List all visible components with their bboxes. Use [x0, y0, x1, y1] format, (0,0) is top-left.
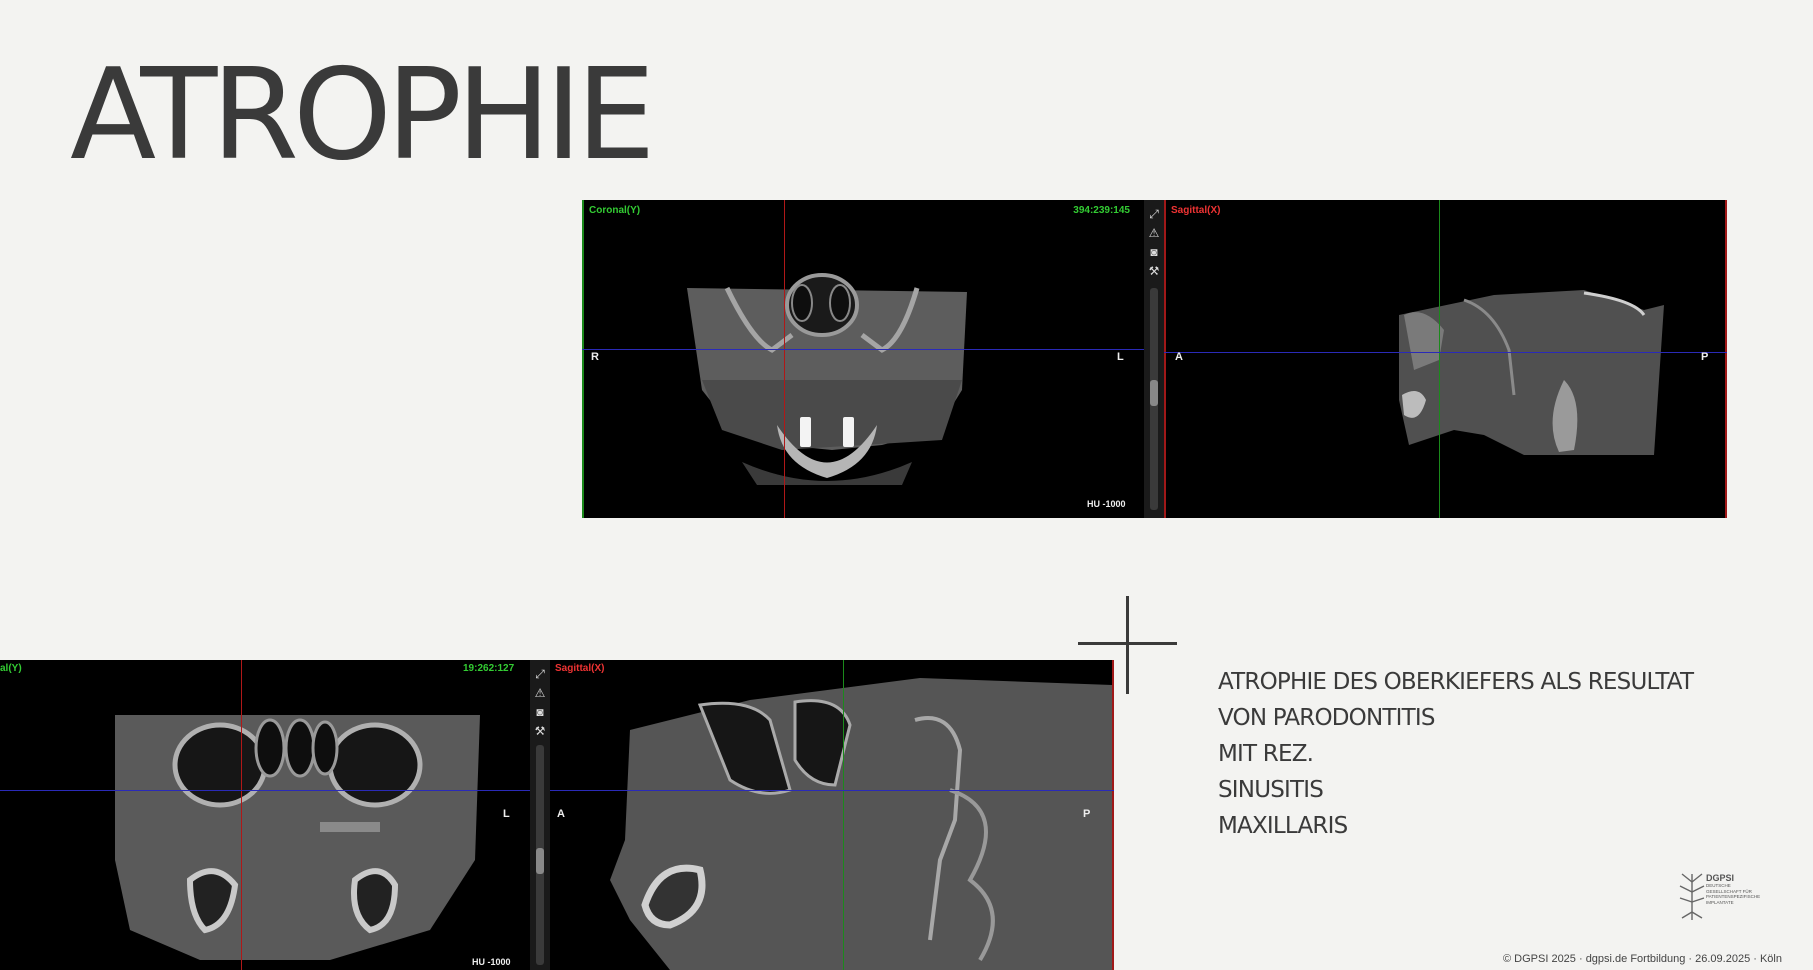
sagittal-horizontal-crosshair[interactable] — [550, 790, 1114, 791]
ct-viewer-bottom[interactable]: al(Y) 19:262:127 L HU -1000 ⤢ ⚠ ◙ ⚒ Sagi… — [0, 660, 1114, 970]
sagittal-right-edge — [1725, 200, 1727, 518]
coronal-orientation-right: L — [503, 808, 510, 820]
dgpsi-logo-icon — [1679, 873, 1705, 920]
dgpsi-logo-text: DGPSI DEUTSCHE GESELLSCHAFT FÜR PATIENTE… — [1706, 874, 1760, 905]
coronal-pane[interactable]: al(Y) 19:262:127 L HU -1000 — [0, 660, 530, 970]
sagittal-orientation-left: A — [1175, 351, 1183, 363]
description-line: SINUSITIS — [1218, 777, 1324, 803]
expand-icon[interactable]: ⤢ — [532, 666, 548, 682]
sagittal-view-title: Sagittal(X) — [555, 663, 605, 674]
footer-text: © DGPSI 2025 · dgpsi.de Fortbildung · 26… — [1503, 953, 1782, 965]
wrench-icon[interactable]: ⚒ — [1146, 263, 1162, 279]
logo-subtitle-line: PATIENTENSPEZIFISCHE — [1706, 894, 1761, 899]
coronal-view-title: Coronal(Y) — [589, 205, 641, 216]
coronal-coordinates: 394:239:145 — [1073, 205, 1130, 216]
logo-name: DGPSI — [1706, 873, 1735, 883]
sagittal-vertical-crosshair[interactable] — [843, 660, 844, 970]
coronal-coordinates: 19:262:127 — [463, 663, 515, 674]
coronal-vertical-crosshair[interactable] — [784, 200, 785, 518]
warning-icon[interactable]: ⚠ — [532, 685, 548, 701]
description-text: ATROPHIE DES OBERKIEFERS ALS RESULTAT VO… — [1218, 664, 1694, 844]
description-line: ATROPHIE DES OBERKIEFERS ALS RESULTAT — [1218, 669, 1694, 695]
dgpsi-logo: DGPSI DEUTSCHE GESELLSCHAFT FÜR PATIENTE… — [1676, 868, 1771, 926]
camera-icon[interactable]: ◙ — [1146, 244, 1162, 260]
sagittal-left-edge — [1164, 200, 1166, 518]
sagittal-pane[interactable]: Sagittal(X) A P — [1164, 200, 1727, 518]
coronal-vertical-crosshair[interactable] — [241, 660, 242, 970]
sagittal-orientation-left: A — [557, 808, 565, 820]
sagittal-orientation-right: P — [1701, 351, 1709, 363]
coronal-scan-image — [687, 273, 967, 485]
coronal-scan-image — [115, 715, 480, 960]
sagittal-vertical-crosshair[interactable] — [1439, 200, 1440, 518]
coronal-orientation-left: R — [591, 351, 599, 363]
slice-scrollbar-thumb[interactable] — [536, 848, 544, 874]
ct-viewer-top[interactable]: Coronal(Y) 394:239:145 R L HU -1000 ⤢ ⚠ … — [582, 200, 1727, 518]
coronal-orientation-right: L — [1117, 351, 1124, 363]
decorative-cross-vertical — [1126, 596, 1129, 694]
viewer-toolbar: ⤢ ⚠ ◙ ⚒ — [1144, 200, 1164, 518]
logo-subtitle-line: DEUTSCHE — [1706, 883, 1731, 888]
description-line: MAXILLARIS — [1218, 813, 1348, 839]
description-line: VON PARODONTITIS — [1218, 705, 1435, 731]
sagittal-orientation-right: P — [1083, 808, 1091, 820]
wrench-icon[interactable]: ⚒ — [532, 723, 548, 739]
coronal-horizontal-crosshair[interactable] — [0, 790, 530, 791]
logo-subtitle-line: IMPLANTATE — [1706, 899, 1734, 905]
slide-title: ATROPHIE — [70, 41, 656, 188]
coronal-hu-value: HU -1000 — [1087, 499, 1126, 509]
sagittal-scan-image — [1399, 290, 1664, 455]
viewer-toolbar: ⤢ ⚠ ◙ ⚒ — [530, 660, 550, 970]
warning-icon[interactable]: ⚠ — [1146, 225, 1162, 241]
sagittal-horizontal-crosshair[interactable] — [1164, 352, 1727, 353]
coronal-horizontal-crosshair[interactable] — [582, 349, 1144, 350]
expand-icon[interactable]: ⤢ — [1146, 206, 1162, 222]
slice-scrollbar-thumb[interactable] — [1150, 380, 1158, 406]
description-line: MIT REZ. — [1218, 741, 1314, 767]
sagittal-right-edge — [1112, 660, 1114, 970]
coronal-view-title: al(Y) — [0, 663, 22, 674]
sagittal-scan-image — [610, 678, 1112, 970]
coronal-hu-value: HU -1000 — [472, 957, 511, 967]
sagittal-view-title: Sagittal(X) — [1171, 205, 1221, 216]
sagittal-pane[interactable]: Sagittal(X) A P — [550, 660, 1114, 970]
camera-icon[interactable]: ◙ — [532, 704, 548, 720]
coronal-left-edge — [582, 200, 584, 518]
coronal-pane[interactable]: Coronal(Y) 394:239:145 R L HU -1000 — [582, 200, 1144, 518]
